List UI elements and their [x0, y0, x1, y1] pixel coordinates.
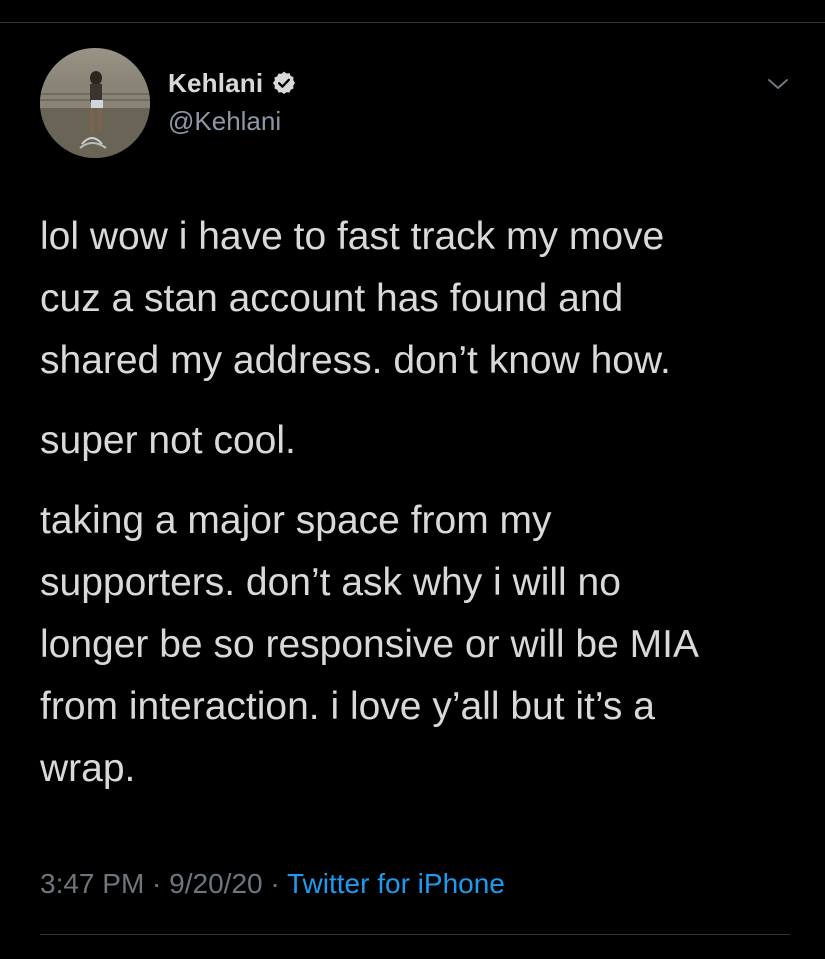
tweet-date[interactable]: 9/20/20	[169, 868, 262, 899]
tweet-time[interactable]: 3:47 PM	[40, 868, 144, 899]
tweet-body: lol wow i have to fast track my move cuz…	[40, 206, 810, 818]
tweet-paragraph: super not cool.	[40, 419, 296, 462]
tweet-paragraph: taking a major space from my supporters.…	[40, 499, 699, 790]
meta-separator: ·	[262, 868, 287, 899]
author-name-row[interactable]: Kehlani	[168, 66, 297, 100]
avatar-image	[40, 48, 150, 158]
tweet-paragraph: lol wow i have to fast track my move cuz…	[40, 215, 671, 382]
chevron-down-icon[interactable]	[764, 70, 792, 98]
verified-badge-icon	[271, 70, 297, 96]
tweet-source-link[interactable]: Twitter for iPhone	[287, 868, 505, 899]
avatar[interactable]	[40, 48, 150, 158]
meta-separator: ·	[144, 868, 170, 899]
display-name[interactable]: Kehlani	[168, 68, 263, 99]
tweet-meta: 3:47 PM · 9/20/20 · Twitter for iPhone	[40, 868, 505, 900]
user-handle[interactable]: @Kehlani	[168, 106, 281, 137]
bottom-divider	[40, 934, 790, 935]
tweet-card: Kehlani @Kehlani lol wow i have to fast …	[0, 0, 825, 959]
